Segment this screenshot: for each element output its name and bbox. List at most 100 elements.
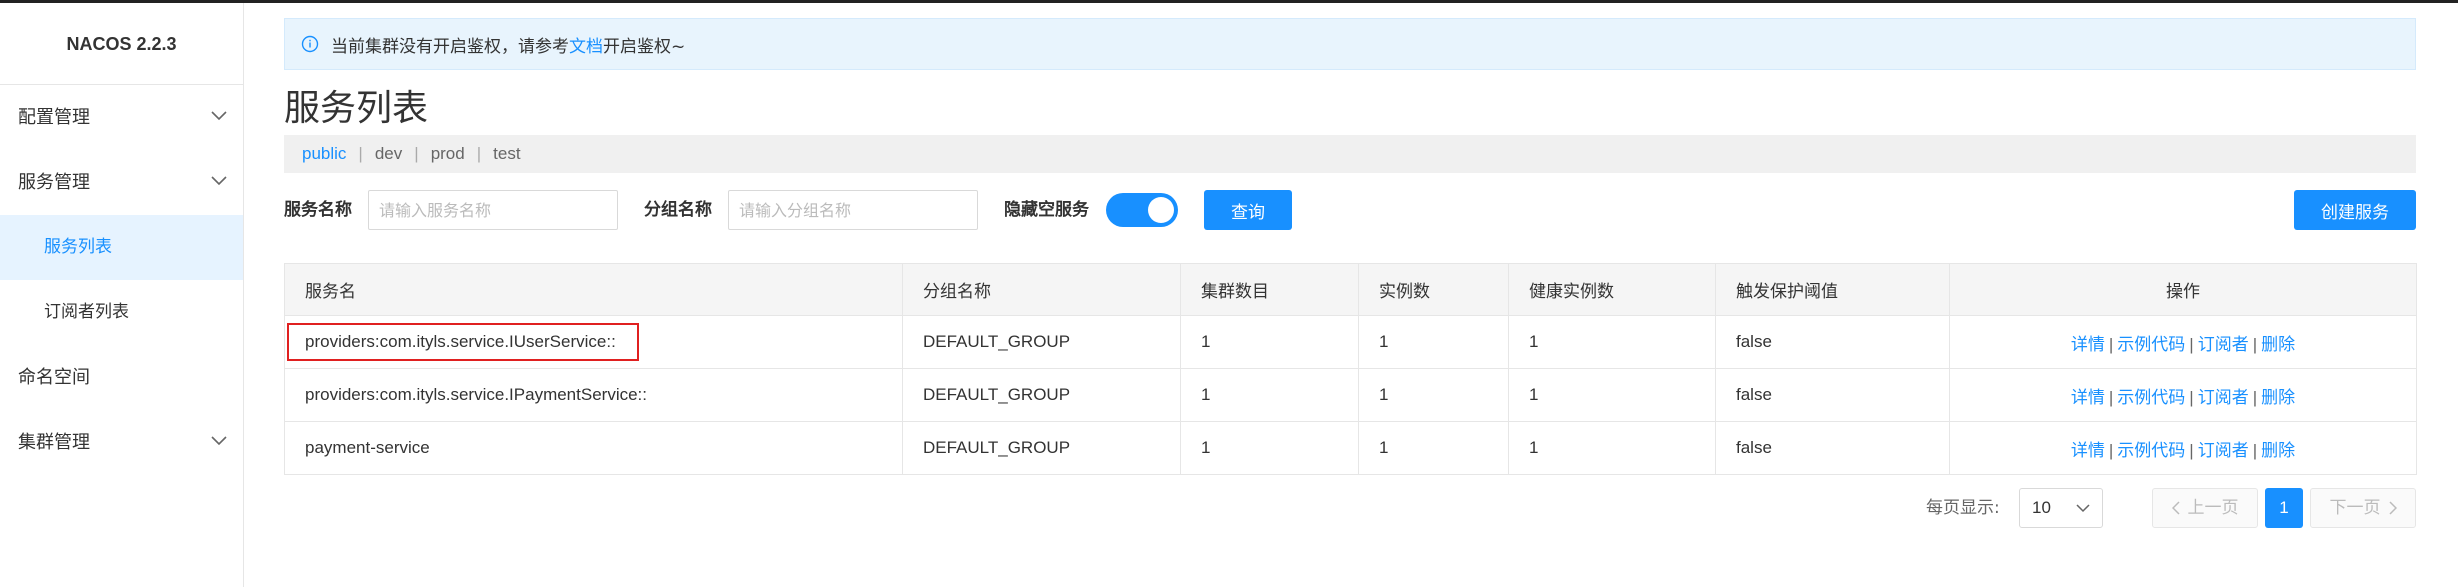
op-separator: | (2252, 440, 2258, 460)
sidebar-item-label: 服务管理 (18, 172, 90, 193)
service-name-cell: payment-service (284, 421, 903, 475)
delete-link[interactable]: 删除 (2261, 335, 2295, 354)
healthy-count-cell: 1 (1508, 315, 1716, 369)
namespace-separator: | (358, 144, 363, 163)
toggle-knob (1148, 197, 1174, 223)
next-page-button[interactable]: 下一页 (2310, 488, 2416, 528)
protect-threshold-cell: false (1715, 315, 1950, 369)
detail-link[interactable]: 详情 (2071, 441, 2105, 460)
op-separator: | (2252, 334, 2258, 354)
op-separator: | (2189, 387, 2194, 407)
namespace-separator: | (414, 144, 419, 163)
service-name-cell: providers:com.ityls.service.IPaymentServ… (284, 368, 903, 422)
column-header: 操作 (1949, 263, 2417, 316)
service-name-cell: providers:com.ityls.service.IUserService… (284, 315, 903, 369)
service-name-label: 服务名称 (284, 200, 352, 220)
hide-empty-toggle[interactable] (1106, 193, 1178, 227)
sidebar-item-label: 配置管理 (18, 107, 90, 128)
notice-docs-link[interactable]: 文档 (569, 32, 603, 57)
operations-cell: 详情 | 示例代码 | 订阅者 | 删除 (1949, 315, 2417, 369)
table-row: payment-service DEFAULT_GROUP 1 1 1 fals… (284, 421, 2417, 475)
sample-code-link[interactable]: 示例代码 (2117, 441, 2185, 460)
page-size-value: 10 (2032, 498, 2051, 517)
info-icon (301, 35, 319, 53)
notice-text-suffix: 开启鉴权~ (603, 36, 686, 57)
sidebar-item-service-list[interactable]: 服务列表 (0, 215, 243, 280)
hide-empty-label: 隐藏空服务 (1004, 200, 1089, 220)
sidebar-item-cluster-management[interactable]: 集群管理 (0, 410, 243, 475)
cluster-count-cell: 1 (1180, 421, 1359, 475)
page-size-label: 每页显示: (1926, 498, 2000, 518)
operations-cell: 详情 | 示例代码 | 订阅者 | 删除 (1949, 368, 2417, 422)
namespace-public[interactable]: public (302, 144, 346, 164)
sample-code-link[interactable]: 示例代码 (2117, 388, 2185, 407)
column-header: 触发保护阈值 (1715, 263, 1950, 316)
column-header: 实例数 (1358, 263, 1509, 316)
sidebar-item-subscriber-list[interactable]: 订阅者列表 (0, 280, 243, 345)
chevron-down-icon (209, 410, 229, 475)
namespace-separator: | (476, 144, 482, 163)
query-button[interactable]: 查询 (1204, 190, 1292, 230)
chevron-down-icon (2076, 504, 2090, 513)
next-page-label: 下一页 (2329, 498, 2381, 518)
op-separator: | (2252, 387, 2258, 407)
operations-cell: 详情 | 示例代码 | 订阅者 | 删除 (1949, 421, 2417, 475)
chevron-right-icon (2388, 501, 2397, 515)
detail-link[interactable]: 详情 (2071, 388, 2105, 407)
page-size-select[interactable]: 10 (2019, 488, 2103, 528)
op-separator: | (2108, 387, 2114, 407)
column-header: 健康实例数 (1508, 263, 1716, 316)
group-cell: DEFAULT_GROUP (902, 421, 1181, 475)
service-name-input[interactable] (368, 190, 618, 230)
main-content: 当前集群没有开启鉴权，请参考 文档 开启鉴权~ 服务列表 public | dev … (284, 3, 2417, 587)
sidebar-item-label: 集群管理 (18, 432, 90, 453)
sample-code-link[interactable]: 示例代码 (2117, 335, 2185, 354)
subscriber-link[interactable]: 订阅者 (2198, 335, 2249, 354)
sidebar-item-label: 命名空间 (18, 367, 90, 388)
subscriber-link[interactable]: 订阅者 (2198, 388, 2249, 407)
group-cell: DEFAULT_GROUP (902, 315, 1181, 369)
namespace-dev[interactable]: dev (375, 144, 402, 164)
sidebar-item-namespace[interactable]: 命名空间 (0, 345, 243, 410)
namespace-bar: public | dev | prod | test (284, 135, 2416, 173)
sidebar-item-service-management[interactable]: 服务管理 (0, 150, 243, 215)
subscriber-link[interactable]: 订阅者 (2198, 441, 2249, 460)
column-header: 分组名称 (902, 263, 1181, 316)
protect-threshold-cell: false (1715, 421, 1950, 475)
prev-page-button[interactable]: 上一页 (2152, 488, 2258, 528)
op-separator: | (2189, 440, 2194, 460)
filter-bar: 服务名称 分组名称 隐藏空服务 查询 创建服务 (284, 188, 2416, 232)
op-separator: | (2189, 334, 2194, 354)
healthy-count-cell: 1 (1508, 421, 1716, 475)
instance-count-cell: 1 (1358, 315, 1509, 369)
app-logo: NACOS 2.2.3 (0, 3, 243, 85)
op-separator: | (2108, 334, 2114, 354)
chevron-down-icon (209, 85, 229, 150)
sidebar: NACOS 2.2.3 配置管理 服务管理 服务列表 订阅者列表 命名空间 集群… (0, 3, 244, 587)
cluster-count-cell: 1 (1180, 368, 1359, 422)
service-table: 服务名 分组名称 集群数目 实例数 健康实例数 触发保护阈值 操作 provid… (284, 263, 2417, 475)
group-name-input[interactable] (728, 190, 978, 230)
page-title: 服务列表 (284, 88, 429, 129)
page-number-current[interactable]: 1 (2265, 488, 2303, 528)
auth-notice: 当前集群没有开启鉴权，请参考 文档 开启鉴权~ (284, 18, 2416, 70)
healthy-count-cell: 1 (1508, 368, 1716, 422)
table-header-row: 服务名 分组名称 集群数目 实例数 健康实例数 触发保护阈值 操作 (284, 263, 2417, 316)
create-service-button[interactable]: 创建服务 (2294, 190, 2416, 230)
namespace-prod[interactable]: prod (431, 144, 465, 164)
chevron-down-icon (209, 150, 229, 215)
group-cell: DEFAULT_GROUP (902, 368, 1181, 422)
protect-threshold-cell: false (1715, 368, 1950, 422)
delete-link[interactable]: 删除 (2261, 388, 2295, 407)
table-row: providers:com.ityls.service.IPaymentServ… (284, 368, 2417, 422)
detail-link[interactable]: 详情 (2071, 335, 2105, 354)
notice-text-prefix: 当前集群没有开启鉴权，请参考 (331, 36, 569, 57)
service-name: providers:com.ityls.service.IUserService… (305, 332, 616, 351)
delete-link[interactable]: 删除 (2261, 441, 2295, 460)
prev-page-label: 上一页 (2187, 498, 2239, 518)
sidebar-item-config-management[interactable]: 配置管理 (0, 85, 243, 150)
namespace-test[interactable]: test (493, 144, 520, 164)
instance-count-cell: 1 (1358, 421, 1509, 475)
op-separator: | (2108, 440, 2114, 460)
instance-count-cell: 1 (1358, 368, 1509, 422)
